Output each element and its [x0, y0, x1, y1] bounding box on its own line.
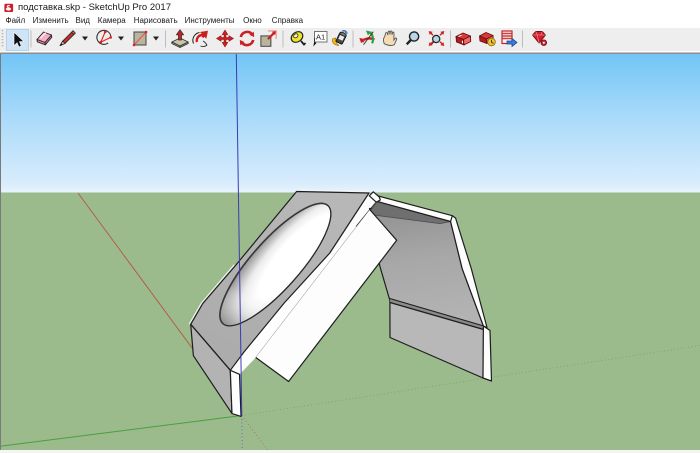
svg-text:A1: A1	[316, 32, 325, 41]
